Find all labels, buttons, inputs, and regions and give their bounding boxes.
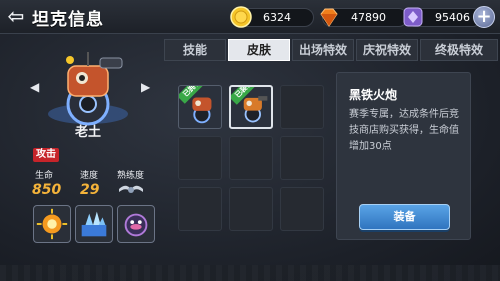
skin-slot-6[interactable] — [280, 136, 324, 180]
proficiency-label: 熟练度 — [117, 171, 145, 181]
skin-description: 赛季专属，达成条件后竞技商店购买获得，生命值增加30点 — [349, 109, 459, 152]
proficiency-wings-icon — [119, 185, 143, 193]
fireball-icon — [36, 208, 68, 240]
back-arrow-icon[interactable]: ⇦ — [4, 5, 28, 27]
tab-ultimate-effect[interactable]: 终极特效 — [420, 39, 498, 61]
ice-crystal-icon — [81, 211, 107, 237]
diamond-counter: 47890 — [320, 8, 408, 27]
skin-slot-7[interactable] — [178, 187, 222, 231]
skin-slot-3[interactable] — [280, 85, 324, 129]
purple-crystal-icon — [403, 7, 423, 27]
skin-slot-2[interactable]: 已装备 — [229, 85, 273, 129]
tab-skills[interactable]: 技能 — [164, 39, 226, 61]
skill-slot-3[interactable] — [117, 205, 155, 243]
skin-info-panel: 黑铁火炮 赛季专属，达成条件后竞技商店购买获得，生命值增加30点 装备 — [336, 72, 471, 240]
tab-entrance-effect[interactable]: 出场特效 — [292, 39, 354, 61]
game-screen: ⇦ 坦克信息 6324 47890 95406 + ◀ ▶ 老土 攻击 生命 速… — [0, 0, 500, 281]
tab-celebration-effect[interactable]: 庆祝特效 — [356, 39, 418, 61]
speed-label: 速度 — [80, 171, 99, 181]
hp-label: 生命 — [35, 171, 54, 181]
tank-type-badge: 攻击 — [33, 148, 59, 162]
skill-slot-1[interactable] — [33, 205, 71, 243]
speed-value: 29 — [80, 182, 100, 198]
tank-preview-image — [48, 52, 128, 126]
skin-slot-5[interactable] — [229, 136, 273, 180]
gold-counter: 6324 — [230, 6, 314, 28]
crystal-value: 95406 — [435, 11, 470, 24]
page-title: 坦克信息 — [32, 10, 104, 30]
top-bar: ⇦ 坦克信息 6324 47890 95406 + — [0, 0, 500, 34]
orange-gem-icon — [320, 8, 338, 27]
skin-slot-4[interactable] — [178, 136, 222, 180]
skin-slot-1[interactable]: 已拥有 — [178, 85, 222, 129]
diamond-value: 47890 — [351, 11, 386, 24]
add-currency-button[interactable]: + — [473, 6, 495, 28]
gold-coin-icon — [230, 6, 252, 28]
skin-slot-9[interactable] — [280, 187, 324, 231]
hp-value: 850 — [32, 182, 62, 198]
tank-name: 老土 — [74, 125, 101, 140]
equip-button[interactable]: 装备 — [359, 204, 450, 230]
tab-skins[interactable]: 皮肤 — [228, 39, 290, 61]
crystal-counter: 95406 — [403, 7, 482, 27]
skill-slot-2[interactable] — [75, 205, 113, 243]
skin-slot-8[interactable] — [229, 187, 273, 231]
dark-orb-icon — [124, 213, 148, 237]
next-tank-arrow-icon[interactable]: ▶ — [141, 80, 150, 94]
gold-value: 6324 — [263, 11, 291, 24]
bottom-decor-strip — [0, 265, 500, 281]
skin-title: 黑铁火炮 — [349, 88, 398, 102]
tab-bar: 技能 皮肤 出场特效 庆祝特效 终极特效 — [164, 39, 500, 61]
